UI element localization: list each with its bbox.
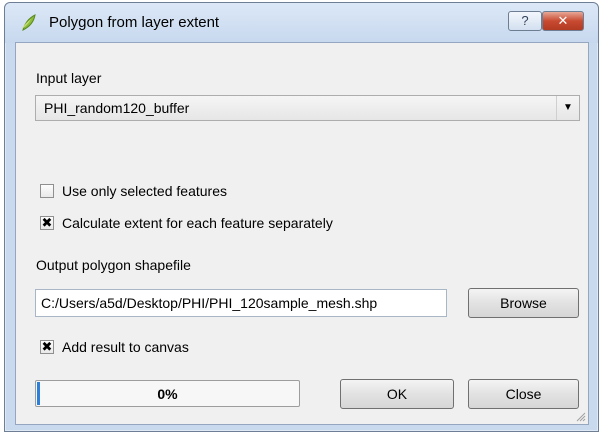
browse-button[interactable]: Browse	[468, 288, 579, 318]
window-title: Polygon from layer extent	[49, 14, 220, 31]
each-feature-label: Calculate extent for each feature separa…	[62, 215, 333, 231]
progress-text: 0%	[157, 386, 178, 402]
input-layer-label: Input layer	[36, 70, 102, 86]
add-result-label: Add result to canvas	[62, 339, 189, 355]
checkmark-icon: ✖	[41, 339, 53, 354]
help-button[interactable]: ?	[508, 11, 542, 31]
dialog-body: Input layer PHI_random120_buffer ▼ Use o…	[15, 42, 589, 425]
checkmark-icon: ✖	[41, 215, 53, 230]
close-icon: ✕	[557, 13, 569, 28]
input-layer-select[interactable]: PHI_random120_buffer ▼	[35, 95, 580, 121]
each-feature-checkbox[interactable]: ✖	[40, 216, 54, 230]
qgis-icon	[22, 14, 36, 31]
title-bar[interactable]: Polygon from layer extent ? ✕	[5, 3, 598, 43]
input-layer-value: PHI_random120_buffer	[44, 100, 190, 116]
ok-button[interactable]: OK	[340, 379, 454, 409]
resize-grip-icon[interactable]	[574, 410, 586, 422]
dropdown-arrow-icon[interactable]: ▼	[556, 96, 579, 120]
use-selected-label: Use only selected features	[62, 183, 227, 199]
output-shapefile-label: Output polygon shapefile	[36, 257, 191, 273]
window-close-button[interactable]: ✕	[542, 11, 584, 31]
help-icon: ?	[521, 13, 529, 28]
use-selected-checkbox[interactable]	[40, 184, 54, 198]
add-result-checkbox[interactable]: ✖	[40, 340, 54, 354]
close-button[interactable]: Close	[468, 379, 579, 409]
dialog-window: Polygon from layer extent ? ✕ Input laye…	[4, 2, 599, 432]
progress-bar: 0%	[35, 380, 300, 407]
output-path-input[interactable]: C:/Users/a5d/Desktop/PHI/PHI_120sample_m…	[35, 289, 447, 317]
